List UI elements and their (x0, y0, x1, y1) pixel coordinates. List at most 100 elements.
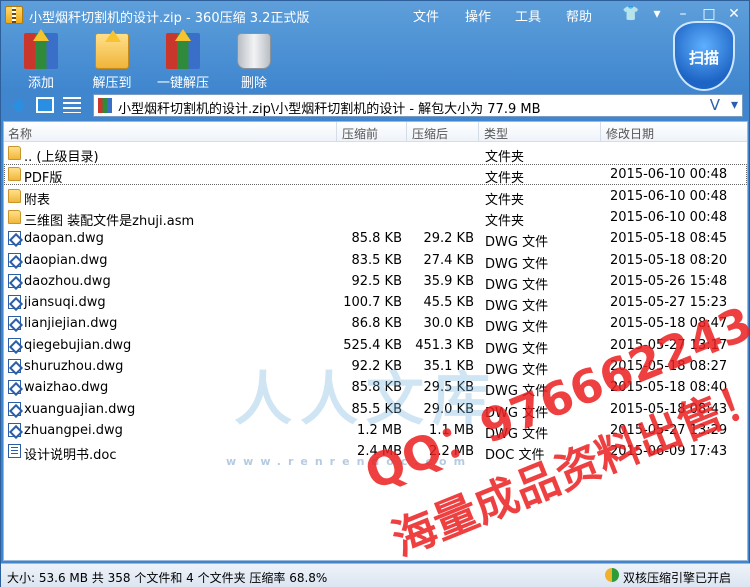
scan-label: 扫描 (688, 49, 719, 67)
file-type: 文件夹 (485, 213, 525, 229)
file-name: PDF版 (24, 171, 63, 187)
skin-icon[interactable]: 👕 (621, 5, 641, 23)
file-size-compressed: 451.3 KB (415, 337, 474, 353)
file-type: 文件夹 (485, 171, 525, 187)
file-modified: 2015-05-18 08:20 (610, 252, 728, 268)
trash-icon (237, 33, 271, 69)
file-row[interactable]: .. (上级目录) 文件夹 (4, 143, 747, 165)
one-click-extract-icon (166, 29, 200, 69)
address-bar[interactable]: 小型烟秆切割机的设计.zip\小型烟秆切割机的设计 - 解包大小为 77.9 M… (93, 94, 743, 117)
dwg-file-icon (8, 337, 21, 352)
file-modified: 2015-05-18 08:45 (610, 231, 728, 247)
file-name: lianjiejian.dwg (24, 316, 118, 332)
column-name[interactable]: 名称 (8, 125, 32, 142)
file-row[interactable]: daozhou.dwg 92.5 KB 35.9 KB DWG 文件 2015-05-2… (4, 271, 747, 293)
file-name: xuanguajian.dwg (24, 401, 136, 417)
menu-tools[interactable]: 工具 (515, 6, 541, 25)
menu-help[interactable]: 帮助 (566, 6, 592, 25)
folder-icon (8, 188, 21, 203)
one-click-extract-button[interactable]: 一键解压 (153, 29, 213, 91)
file-size-compressed: 45.5 KB (423, 295, 474, 311)
file-row[interactable]: jiansuqi.dwg 100.7 KB 45.5 KB DWG 文件 2015-05… (4, 292, 747, 315)
file-modified: 2015-06-10 00:48 (610, 209, 728, 225)
column-compressed[interactable]: 压缩前 (342, 125, 378, 142)
file-row[interactable]: daopan.dwg 85.8 KB 29.2 KB DWG 文件 2015-05-18… (4, 228, 747, 251)
file-row[interactable]: 三维图 装配文件是zhuji.asm 文件夹 2015-06-10 00:48 (4, 207, 747, 229)
file-type: DWG 文件 (485, 320, 549, 336)
column-type[interactable]: 类型 (484, 125, 508, 142)
file-size-original: 100.7 KB (343, 295, 402, 311)
up-folder-icon[interactable] (10, 97, 28, 113)
navigation-bar: 小型烟秆切割机的设计.zip\小型烟秆切割机的设计 - 解包大小为 77.9 M… (1, 93, 750, 119)
file-name: daopan.dwg (24, 231, 104, 247)
app-window: 小型烟秆切割机的设计.zip - 360压缩 3.2正式版 文件 操作 工具 帮… (0, 0, 750, 587)
add-label: 添加 (27, 76, 54, 91)
folder-icon (8, 146, 21, 160)
archive-icon (98, 98, 112, 113)
file-modified: 2015-05-26 15:48 (610, 273, 728, 289)
column-modified[interactable]: 修改日期 (606, 125, 654, 142)
file-modified: 2015-06-10 00:48 (610, 167, 728, 183)
settings-menu-icon[interactable]: ▾ (647, 5, 667, 23)
menu-file[interactable]: 文件 (413, 6, 439, 25)
file-type: DWG 文件 (485, 256, 549, 272)
file-size-compressed: 27.4 KB (423, 252, 474, 268)
dwg-file-icon (8, 252, 21, 267)
file-name: daozhou.dwg (24, 273, 111, 289)
file-row[interactable]: 附表 文件夹 2015-06-10 00:48 (4, 186, 747, 208)
file-modified: 2015-06-10 00:48 (610, 188, 728, 204)
title-bar: 小型烟秆切割机的设计.zip - 360压缩 3.2正式版 文件 操作 工具 帮… (1, 1, 750, 29)
file-name: .. (上级目录) (24, 150, 99, 165)
extract-folder-icon (95, 30, 129, 69)
file-size-compressed: 35.9 KB (423, 273, 474, 289)
add-button[interactable]: 添加 (11, 29, 71, 91)
folder-icon (8, 209, 21, 224)
file-size-original: 83.5 KB (351, 252, 402, 268)
folder-icon (8, 167, 21, 182)
list-view-icon[interactable] (63, 97, 81, 113)
file-size-original: 525.4 KB (343, 337, 402, 353)
status-summary: 大小: 53.6 MB 共 358 个文件和 4 个文件夹 压缩率 68.8% (7, 571, 328, 585)
large-icon-view-icon[interactable] (36, 97, 54, 113)
dwg-file-icon (8, 231, 21, 246)
column-packed[interactable]: 压缩后 (412, 125, 448, 142)
dwg-file-icon (8, 401, 21, 416)
dwg-file-icon (8, 273, 21, 288)
extract-to-button[interactable]: 解压到 (82, 30, 142, 91)
file-type: DWG 文件 (485, 299, 549, 315)
file-size-original: 85.8 KB (351, 231, 402, 247)
file-name: waizhao.dwg (24, 380, 109, 396)
scan-button[interactable]: 扫描 (673, 21, 735, 91)
file-size-compressed: 29.2 KB (423, 231, 474, 247)
delete-button[interactable]: 删除 (224, 33, 284, 91)
add-icon (24, 29, 58, 69)
file-name: zhuangpei.dwg (24, 422, 123, 438)
one-click-extract-label: 一键解压 (156, 76, 209, 91)
file-name: 附表 (24, 192, 51, 208)
status-bar: 大小: 53.6 MB 共 358 个文件和 4 个文件夹 压缩率 68.8% … (1, 563, 750, 587)
file-size-original: 86.8 KB (351, 316, 402, 332)
file-row[interactable]: daopian.dwg 83.5 KB 27.4 KB DWG 文件 2015-05-1… (4, 250, 747, 272)
doc-file-icon (8, 444, 21, 459)
dwg-file-icon (8, 359, 21, 373)
file-type: DWG 文件 (485, 235, 549, 251)
app-logo-icon (5, 6, 23, 24)
file-row[interactable]: PDF版 文件夹 2015-06-10 00:48 (4, 164, 747, 187)
file-name: 设计说明书.doc (24, 448, 117, 464)
engine-status[interactable]: 双核压缩引擎已开启 (623, 569, 731, 586)
file-name: jiansuqi.dwg (24, 295, 106, 311)
v-icon[interactable]: V (710, 96, 720, 114)
dual-core-engine-icon (605, 568, 619, 582)
dwg-file-icon (8, 295, 21, 310)
file-size-original: 92.5 KB (351, 273, 402, 289)
address-path: 小型烟秆切割机的设计.zip\小型烟秆切割机的设计 - 解包大小为 77.9 M… (118, 102, 541, 117)
file-name: 三维图 装配文件是zhuji.asm (24, 213, 195, 229)
file-type: DWG 文件 (485, 277, 549, 293)
list-header: 名称 压缩前 压缩后 类型 修改日期 (4, 122, 747, 142)
menu-operate[interactable]: 操作 (465, 6, 491, 25)
dwg-file-icon (8, 422, 21, 437)
delete-label: 删除 (240, 76, 267, 91)
extract-to-label: 解压到 (92, 76, 132, 91)
file-type: 文件夹 (485, 192, 525, 208)
dropdown-arrow-icon[interactable]: ▾ (731, 97, 738, 113)
